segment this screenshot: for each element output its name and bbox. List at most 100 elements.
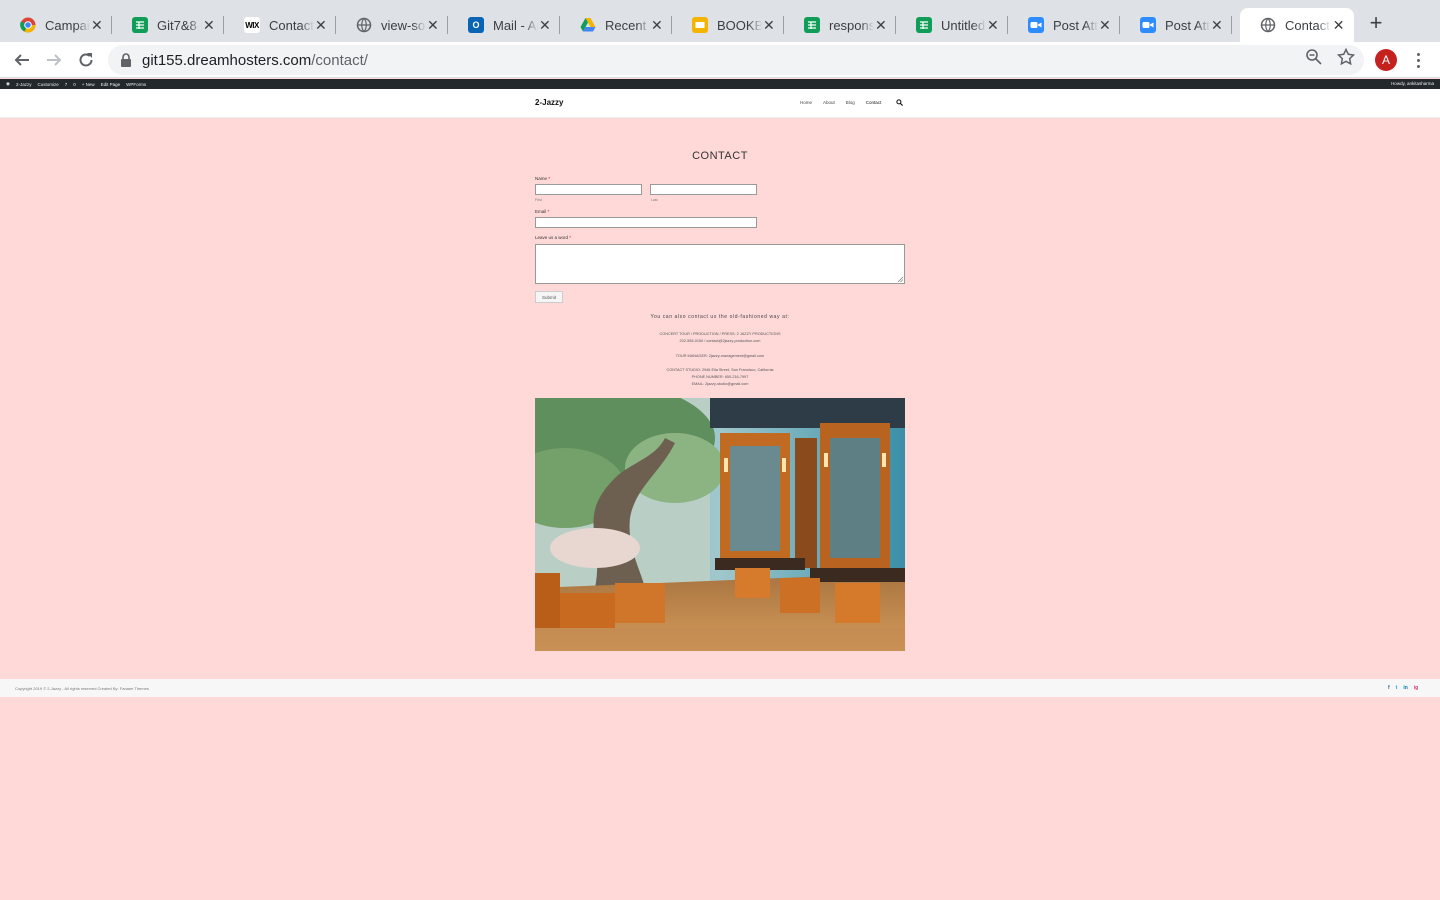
search-icon[interactable] xyxy=(896,99,903,106)
site-footer: Copyright 2019 © 2-Jazzy - All rights re… xyxy=(0,679,1440,697)
profile-avatar[interactable]: A xyxy=(1375,49,1397,71)
browser-tab[interactable]: Contact ✕ xyxy=(1240,8,1354,42)
tab-title: responses xyxy=(829,17,874,33)
outlook-icon: O xyxy=(468,17,484,33)
close-icon[interactable]: ✕ xyxy=(538,17,552,34)
browser-tab[interactable]: O Mail - Ar ✕ xyxy=(448,8,560,42)
browser-tab[interactable]: Untitled ✕ xyxy=(896,8,1008,42)
browser-tab[interactable]: Post Atte✕ xyxy=(1008,8,1120,42)
close-icon[interactable]: ✕ xyxy=(874,17,888,34)
reload-icon xyxy=(79,53,93,67)
star-icon xyxy=(1336,47,1356,66)
close-icon[interactable]: ✕ xyxy=(202,17,216,34)
page-title: CONTACT xyxy=(692,150,748,162)
first-sublabel: First xyxy=(535,198,542,202)
nav-about[interactable]: About xyxy=(823,100,835,105)
tab-title: Campaign xyxy=(45,17,90,33)
admin-bar-edit-page[interactable]: Edit Page xyxy=(101,82,121,87)
slides-icon xyxy=(692,17,708,33)
reload-button[interactable] xyxy=(74,48,98,72)
browser-tab[interactable]: view-source✕ xyxy=(336,8,448,42)
admin-bar-new[interactable]: + New xyxy=(82,82,95,87)
chrome-icon xyxy=(20,17,36,33)
social-links: f t in ig xyxy=(1388,685,1418,691)
admin-bar-comments[interactable]: 0 xyxy=(73,82,76,87)
close-icon[interactable]: ✕ xyxy=(90,17,104,34)
last-name-input[interactable] xyxy=(650,184,757,195)
nav-contact[interactable]: Contact xyxy=(866,100,882,105)
admin-bar-howdy[interactable]: Howdy, ankitasharma xyxy=(1391,81,1434,86)
site-nav: Home About Blog Contact xyxy=(800,100,881,105)
globe-icon xyxy=(1260,17,1276,33)
browser-tab[interactable]: Post Atte✕ xyxy=(1120,8,1232,42)
instagram-icon[interactable]: ig xyxy=(1414,685,1418,691)
tab-title: Recent - xyxy=(605,17,650,33)
sheets-icon xyxy=(132,17,148,33)
forward-button[interactable] xyxy=(42,48,66,72)
close-icon[interactable]: ✕ xyxy=(650,17,664,34)
nav-blog[interactable]: Blog xyxy=(846,100,855,105)
site-logo[interactable]: 2-Jazzy xyxy=(535,98,563,107)
close-icon[interactable]: ✕ xyxy=(986,17,1000,34)
globe-icon xyxy=(356,17,372,33)
admin-bar-wpforms[interactable]: WPForms xyxy=(126,82,146,87)
close-icon[interactable]: ✕ xyxy=(314,17,328,34)
browser-tab[interactable]: Recent - ✕ xyxy=(560,8,672,42)
admin-bar-site[interactable]: 2-Jazzy xyxy=(16,82,32,87)
browser-tab[interactable]: responses✕ xyxy=(784,8,896,42)
browser-tab[interactable]: WIX Contact ✕ xyxy=(224,8,336,42)
message-label: Leave us a word * xyxy=(535,235,572,240)
browser-toolbar: git155.dreamhosters.com/contact/ A xyxy=(0,42,1440,78)
email-input[interactable] xyxy=(535,217,757,228)
wordpress-icon[interactable]: ◉ xyxy=(6,81,10,87)
admin-bar-customize[interactable]: Customize xyxy=(37,82,58,87)
contact-lead: You can also contact us the old-fashione… xyxy=(650,314,790,320)
site-header: 2-Jazzy Home About Blog Contact xyxy=(0,89,1440,118)
tab-title: BOOKBOOK xyxy=(717,17,762,33)
wix-icon: WIX xyxy=(244,17,260,33)
tab-title: Post Atte xyxy=(1053,17,1098,33)
wp-admin-bar: ◉ 2-Jazzy Customize 7 0 + New Edit Page … xyxy=(0,79,1440,89)
close-icon[interactable]: ✕ xyxy=(1210,17,1224,34)
message-textarea[interactable] xyxy=(535,244,905,284)
new-tab-button[interactable]: + xyxy=(1366,12,1386,34)
close-icon[interactable]: ✕ xyxy=(426,17,440,34)
browser-menu-button[interactable] xyxy=(1410,48,1426,72)
zoom-icon xyxy=(1028,17,1044,33)
sheets-icon xyxy=(916,17,932,33)
close-icon[interactable]: ✕ xyxy=(762,17,776,34)
resize-handle-icon[interactable] xyxy=(897,276,903,282)
nav-home[interactable]: Home xyxy=(800,100,812,105)
facebook-icon[interactable]: f xyxy=(1388,685,1390,691)
salon-photo xyxy=(535,398,905,651)
admin-bar-updates[interactable]: 7 xyxy=(65,82,68,87)
tab-title: Contact xyxy=(1285,17,1330,33)
contact-line: TOUR MANAGER: 2jazzy-management@gmail.co… xyxy=(675,354,765,358)
name-label: Name * xyxy=(535,176,551,181)
browser-tab[interactable]: Campaign✕ xyxy=(0,8,112,42)
close-icon[interactable]: ✕ xyxy=(1331,17,1346,34)
close-icon[interactable]: ✕ xyxy=(1098,17,1112,34)
copyright: Copyright 2019 © 2-Jazzy - All rights re… xyxy=(15,686,149,691)
address-bar[interactable]: git155.dreamhosters.com/contact/ xyxy=(108,45,1364,75)
url-host: git155.dreamhosters.com xyxy=(142,51,312,69)
submit-button[interactable]: Submit xyxy=(535,291,563,303)
tab-title: Git7&8 M xyxy=(157,17,202,33)
browser-tab[interactable]: BOOKBOOK✕ xyxy=(672,8,784,42)
bookmark-button[interactable] xyxy=(1336,47,1356,71)
twitter-icon[interactable]: t xyxy=(1396,685,1398,691)
url-path: /contact/ xyxy=(311,51,368,69)
browser-tab[interactable]: Git7&8 M✕ xyxy=(112,8,224,42)
first-name-input[interactable] xyxy=(535,184,642,195)
tab-title: view-source xyxy=(381,17,426,33)
back-button[interactable] xyxy=(10,48,34,72)
tab-separator xyxy=(1231,16,1232,34)
arrow-right-icon xyxy=(47,54,62,66)
email-label: Email * xyxy=(535,209,550,214)
tab-title: Post Atte xyxy=(1165,17,1210,33)
linkedin-icon[interactable]: in xyxy=(1403,685,1407,691)
lock-icon xyxy=(121,53,131,67)
arrow-left-icon xyxy=(14,54,29,66)
zoom-button[interactable] xyxy=(1305,48,1323,71)
browser-tabstrip: Campaign✕Git7&8 M✕WIXContact✕view-source… xyxy=(0,0,1440,42)
